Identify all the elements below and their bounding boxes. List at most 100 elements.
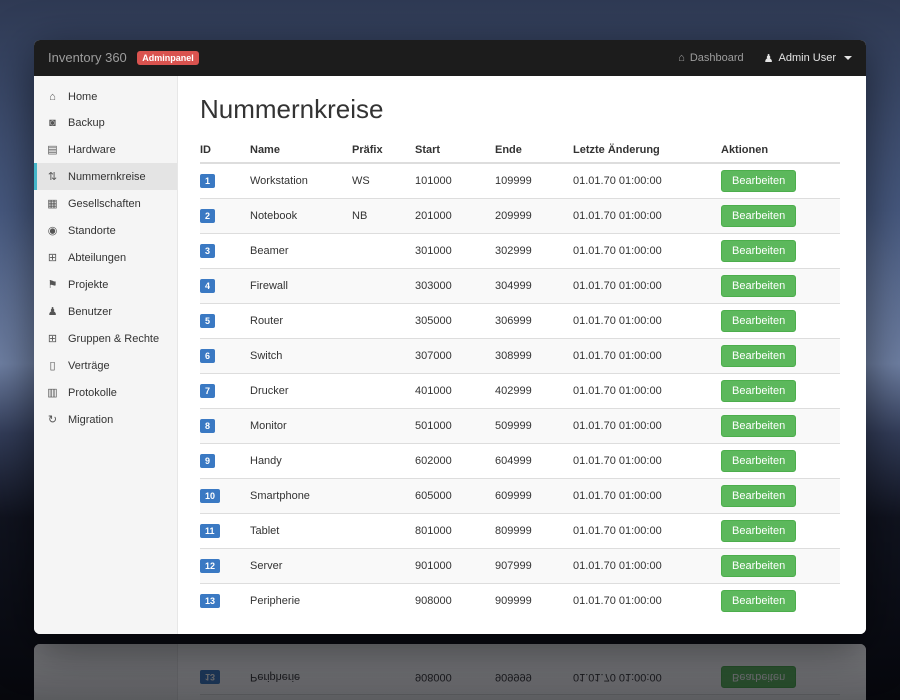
sidebar-item-nummernkreise[interactable]: ⇅ Nummernkreise	[34, 163, 177, 190]
row-id-badge: 12	[200, 559, 221, 573]
edit-button[interactable]: Bearbeiten	[721, 590, 797, 612]
file-text-icon: ▥	[47, 387, 58, 399]
page-title: Nummernkreise	[200, 94, 384, 124]
col-header-modified: Letzte Änderung	[573, 139, 721, 164]
row-id-badge: 1	[200, 174, 216, 188]
cell-actions: Bearbeiten	[721, 373, 840, 409]
cell-start: 101000	[415, 162, 495, 199]
edit-button[interactable]: Bearbeiten	[721, 240, 797, 262]
edit-button[interactable]: Bearbeiten	[721, 380, 797, 402]
cell-name: Router	[250, 303, 352, 339]
cell-end: 402999	[495, 373, 573, 409]
cell-end: 509999	[495, 408, 573, 444]
app-body: ⌂ Home ◙ Backup ▤ Hardware ⇅ Nummernkrei…	[34, 76, 866, 634]
cell-name: Firewall	[250, 268, 352, 304]
sidebar-item-benutzer[interactable]: ♟ Benutzer	[34, 298, 177, 325]
row-id-badge: 6	[200, 349, 216, 363]
cell-start: 901000	[415, 548, 495, 584]
cell-name: Workstation	[250, 162, 352, 199]
sidebar-item-migration[interactable]: ↻ Migration	[34, 406, 177, 433]
cell-prefix	[352, 513, 415, 549]
cell-actions: Bearbeiten	[721, 478, 840, 514]
cell-modified: 01.01.70 01:00:00	[573, 583, 721, 618]
sidebar-item-projekte[interactable]: ⚑ Projekte	[34, 271, 177, 298]
navbar-right-group: ⌂ Dashboard ♟ Admin User	[678, 52, 852, 65]
user-menu[interactable]: ♟ Admin User	[764, 52, 852, 65]
cell-start: 307000	[415, 338, 495, 374]
edit-button[interactable]: Bearbeiten	[721, 275, 797, 297]
col-header-name: Name	[250, 139, 352, 164]
cell-modified: 01.01.70 01:00:00	[573, 548, 721, 584]
table-row: 9 Handy 602000 604999 01.01.70 01:00:00 …	[200, 443, 840, 479]
row-id-badge: 4	[200, 279, 216, 293]
sidebar-item-abteilungen[interactable]: ⊞ Abteilungen	[34, 244, 177, 271]
cell-id: 9	[200, 443, 250, 479]
table-body: 1 Workstation WS 101000 109999 01.01.70 …	[200, 162, 840, 618]
edit-button[interactable]: Bearbeiten	[721, 345, 797, 367]
row-id-badge: 3	[200, 244, 216, 258]
sidebar-item-label: Abteilungen	[68, 251, 127, 264]
desktop-background: Inventory 360 Adminpanel ⌂ Dashboard ♟ A…	[0, 0, 900, 700]
sidebar-item-home[interactable]: ⌂ Home	[34, 84, 177, 110]
sidebar: ⌂ Home ◙ Backup ▤ Hardware ⇅ Nummernkrei…	[34, 76, 178, 634]
cell-modified: 01.01.70 01:00:00	[573, 373, 721, 409]
cell-prefix	[352, 583, 415, 618]
col-header-actions: Aktionen	[721, 139, 840, 164]
edit-button[interactable]: Bearbeiten	[721, 310, 797, 332]
cell-name: Drucker	[250, 373, 352, 409]
sidebar-item-backup[interactable]: ◙ Backup	[34, 110, 177, 136]
edit-button[interactable]: Bearbeiten	[721, 555, 797, 577]
app-brand[interactable]: Inventory 360	[48, 50, 127, 65]
cell-actions: Bearbeiten	[721, 303, 840, 339]
cell-end: 809999	[495, 513, 573, 549]
edit-button[interactable]: Bearbeiten	[721, 205, 797, 227]
cell-end: 609999	[495, 478, 573, 514]
adminpanel-badge: Adminpanel	[137, 51, 199, 65]
grid-icon: ⊞	[47, 333, 58, 345]
cell-prefix: NB	[352, 198, 415, 234]
table-row: 12 Server 901000 907999 01.01.70 01:00:0…	[200, 548, 840, 584]
sidebar-item-label: Nummernkreise	[68, 170, 146, 183]
navbar-brand-group: Inventory 360 Adminpanel	[48, 49, 199, 67]
cell-modified: 01.01.70 01:00:00	[573, 198, 721, 234]
cell-end: 907999	[495, 548, 573, 584]
cell-end: 109999	[495, 162, 573, 199]
cell-start: 201000	[415, 198, 495, 234]
cell-actions: Bearbeiten	[721, 338, 840, 374]
cell-id: 12	[200, 548, 250, 584]
sidebar-item-label: Standorte	[68, 224, 116, 237]
table-row: 6 Switch 307000 308999 01.01.70 01:00:00…	[200, 338, 840, 374]
sidebar-item-label: Migration	[68, 413, 114, 426]
nummernkreise-table: ID Name Präfix Start Ende Letzte Änderun…	[200, 139, 840, 618]
edit-button[interactable]: Bearbeiten	[721, 520, 797, 542]
row-id-badge: 7	[200, 384, 216, 398]
edit-button[interactable]: Bearbeiten	[721, 415, 797, 437]
sidebar-item-gesellschaften[interactable]: ▦ Gesellschaften	[34, 190, 177, 217]
sidebar-item-protokolle[interactable]: ▥ Protokolle	[34, 379, 177, 406]
table-row: 1 Workstation WS 101000 109999 01.01.70 …	[200, 162, 840, 199]
lock-icon: ◙	[49, 117, 56, 129]
cell-modified: 01.01.70 01:00:00	[573, 408, 721, 444]
sort-icon: ⇅	[47, 171, 58, 183]
cell-end: 302999	[495, 233, 573, 269]
sidebar-item-vertraege[interactable]: ▯ Verträge	[34, 352, 177, 379]
edit-button[interactable]: Bearbeiten	[721, 170, 797, 192]
cell-modified: 01.01.70 01:00:00	[573, 338, 721, 374]
cell-actions: Bearbeiten	[721, 583, 840, 618]
cell-modified: 01.01.70 01:00:00	[573, 443, 721, 479]
dashboard-link[interactable]: ⌂ Dashboard	[678, 52, 743, 64]
edit-button[interactable]: Bearbeiten	[721, 450, 797, 472]
cell-prefix	[352, 373, 415, 409]
sidebar-item-hardware[interactable]: ▤ Hardware	[34, 136, 177, 163]
row-id-badge: 2	[200, 209, 216, 223]
row-id-badge: 10	[200, 489, 221, 503]
sidebar-item-standorte[interactable]: ◉ Standorte	[34, 217, 177, 244]
cell-start: 303000	[415, 268, 495, 304]
sidebar-item-label: Backup	[68, 117, 105, 129]
cell-actions: Bearbeiten	[721, 268, 840, 304]
edit-button[interactable]: Bearbeiten	[721, 485, 797, 507]
file-icon: ▯	[49, 360, 56, 372]
cell-id: 13	[200, 583, 250, 618]
sidebar-item-gruppen-rechte[interactable]: ⊞ Gruppen & Rechte	[34, 325, 177, 352]
cell-end: 304999	[495, 268, 573, 304]
